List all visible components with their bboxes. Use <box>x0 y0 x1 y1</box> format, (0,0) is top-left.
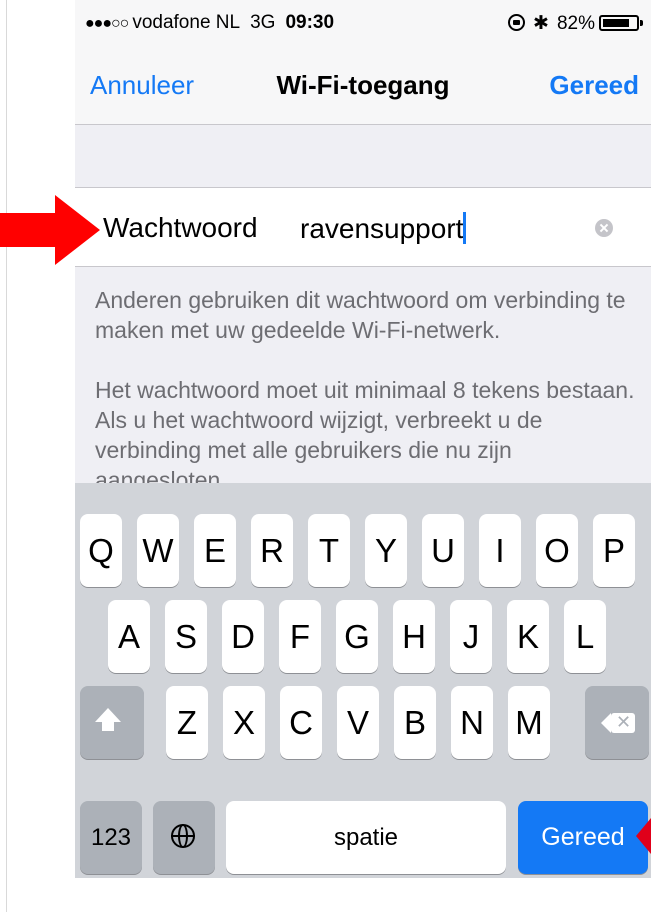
battery-fill <box>603 19 629 27</box>
clear-text-icon[interactable] <box>595 219 613 237</box>
network-type: 3G <box>250 12 276 33</box>
bluetooth-icon: ✱ <box>533 13 549 34</box>
key-f[interactable]: F <box>279 600 321 673</box>
key-o[interactable]: O <box>536 514 578 587</box>
key-r[interactable]: R <box>251 514 293 587</box>
backspace-key[interactable]: ✕ <box>585 686 649 759</box>
key-h[interactable]: H <box>393 600 435 673</box>
password-field[interactable]: Wachtwoord ravensupport <box>75 187 651 267</box>
key-d[interactable]: D <box>222 600 264 673</box>
numbers-key[interactable]: 123 <box>80 801 142 874</box>
key-e[interactable]: E <box>194 514 236 587</box>
key-l[interactable]: L <box>564 600 606 673</box>
clock: 09:30 <box>285 12 335 33</box>
key-w[interactable]: W <box>137 514 179 587</box>
help-paragraph-1: Anderen gebruiken dit wachtwoord om verb… <box>95 287 626 343</box>
key-p[interactable]: P <box>593 514 635 587</box>
navigation-bar: Annuleer Wi-Fi-toegang Gereed <box>75 44 651 125</box>
annotation-arrow-icon <box>0 195 100 265</box>
done-button[interactable]: Gereed <box>549 70 639 101</box>
key-m[interactable]: M <box>508 686 550 759</box>
key-z[interactable]: Z <box>166 686 208 759</box>
on-screen-keyboard: ✕ 123 spatie Gereed QWERTYUIOP ASDFGHJKL Z… <box>75 483 651 878</box>
battery-icon <box>599 15 643 31</box>
text-cursor <box>463 212 467 244</box>
key-c[interactable]: C <box>280 686 322 759</box>
signal-strength: ●●●○○ <box>85 15 129 32</box>
key-j[interactable]: J <box>450 600 492 673</box>
space-key[interactable]: spatie <box>226 801 506 874</box>
globe-key[interactable] <box>153 801 215 874</box>
shift-icon <box>95 708 121 731</box>
battery-percent: 82% <box>556 13 595 34</box>
password-label: Wachtwoord <box>103 212 258 243</box>
rotation-lock-icon <box>508 14 526 31</box>
return-key[interactable]: Gereed <box>518 801 648 874</box>
globe-icon <box>171 824 195 848</box>
status-bar: ●●●○○ vodafone NL 3G 09:30 ✱ 82% <box>75 0 651 44</box>
key-a[interactable]: A <box>108 600 150 673</box>
annotation-arrow-small-icon <box>636 818 651 854</box>
key-b[interactable]: B <box>394 686 436 759</box>
key-i[interactable]: I <box>479 514 521 587</box>
backspace-icon: ✕ <box>601 712 635 733</box>
carrier-name: vodafone NL <box>132 12 241 33</box>
key-q[interactable]: Q <box>80 514 122 587</box>
phone-screen: ●●●○○ vodafone NL 3G 09:30 ✱ 82% Annuleer Wi… <box>75 0 651 878</box>
key-x[interactable]: X <box>223 686 265 759</box>
key-u[interactable]: U <box>422 514 464 587</box>
help-paragraph-2: Het wachtwoord moet uit minimaal 8 teken… <box>95 377 635 493</box>
password-input[interactable]: ravensupport <box>300 212 467 245</box>
key-t[interactable]: T <box>308 514 350 587</box>
key-k[interactable]: K <box>507 600 549 673</box>
key-g[interactable]: G <box>336 600 378 673</box>
key-y[interactable]: Y <box>365 514 407 587</box>
key-v[interactable]: V <box>337 686 379 759</box>
password-value: ravensupport <box>300 213 464 244</box>
frame-border <box>6 0 7 912</box>
shift-key[interactable] <box>80 686 144 759</box>
key-s[interactable]: S <box>165 600 207 673</box>
key-n[interactable]: N <box>451 686 493 759</box>
